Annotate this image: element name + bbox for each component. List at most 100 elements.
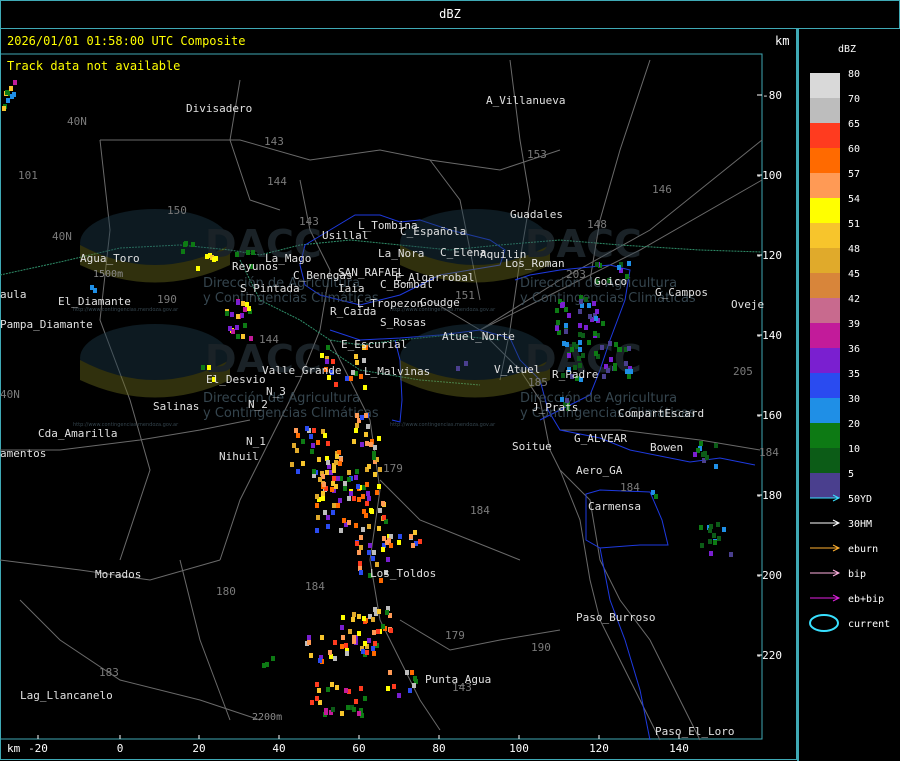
echo-pixel — [301, 461, 305, 466]
echo-pixel — [9, 86, 13, 91]
echo-pixel — [378, 508, 382, 513]
legend-value-label: 48 — [848, 244, 860, 255]
echo-pixel — [625, 369, 629, 374]
place-label: Nihuil — [219, 450, 259, 463]
legend-swatch — [810, 173, 840, 198]
radar-viewer: dBZ DACC DACC DACC DACC Dirección de Agr… — [0, 0, 900, 761]
legend-swatch — [810, 323, 840, 348]
place-label: L_Malvinas — [364, 365, 430, 378]
echo-pixel — [716, 522, 720, 527]
legend-value-label: 39 — [848, 319, 860, 330]
place-label: 179 — [445, 629, 465, 642]
echo-pixel — [318, 477, 322, 482]
place-label: 184 — [620, 481, 640, 494]
legend-swatch — [810, 423, 840, 448]
echo-pixel — [617, 265, 621, 270]
place-label: 2200m — [252, 712, 282, 723]
echo-pixel — [295, 448, 299, 453]
echo-pixel — [418, 539, 422, 544]
echo-pixel — [335, 454, 339, 459]
echo-pixel — [377, 609, 381, 614]
place-label: Los_Toldos — [370, 567, 436, 580]
echo-pixel — [572, 342, 576, 347]
echo-pixel — [241, 334, 245, 339]
echo-pixel — [595, 262, 599, 267]
x-tick-label: 40 — [272, 742, 285, 755]
echo-pixel — [354, 699, 358, 704]
echo-pixel — [364, 432, 368, 437]
echo-pixel — [368, 543, 372, 548]
place-label: G_ALVEAR — [574, 432, 627, 445]
echo-pixel — [367, 550, 371, 555]
place-label: J_Prats — [532, 401, 578, 414]
echo-pixel — [241, 301, 245, 306]
dacc-logo-4: DACC — [400, 324, 642, 398]
echo-pixel — [322, 482, 326, 487]
echo-pixel — [347, 477, 351, 482]
echo-pixel — [352, 439, 356, 444]
echo-pixel — [315, 696, 319, 701]
echo-pixel — [271, 656, 275, 661]
place-label: 40N — [67, 115, 87, 128]
echo-pixel — [387, 538, 391, 543]
echo-pixel — [340, 625, 344, 630]
echo-pixel — [373, 472, 377, 477]
echo-pixel — [328, 650, 332, 655]
echo-pixel — [703, 451, 707, 456]
echo-pixel — [584, 297, 588, 302]
echo-pixel — [355, 413, 359, 418]
legend-swatch — [810, 348, 840, 373]
echo-pixel — [352, 612, 356, 617]
place-label: Divisadero — [186, 102, 252, 115]
echo-pixel — [624, 361, 628, 366]
echo-pixel — [296, 469, 300, 474]
echo-pixel — [409, 534, 413, 539]
echo-pixel — [377, 526, 381, 531]
echo-pixel — [365, 501, 369, 506]
echo-pixel — [347, 496, 351, 501]
echo-pixel — [578, 347, 582, 352]
echo-pixel — [377, 436, 381, 441]
echo-pixel — [294, 428, 298, 433]
legend-swatch — [810, 223, 840, 248]
echo-pixel — [332, 468, 336, 473]
echo-pixel — [713, 540, 717, 545]
echo-pixel — [594, 351, 598, 356]
echo-pixel — [382, 515, 386, 520]
echo-pixel — [315, 503, 319, 508]
radar-map[interactable]: DACC DACC DACC DACC Dirección de Agricul… — [0, 0, 900, 761]
place-label: Oveje — [731, 298, 764, 311]
echo-pixel — [90, 285, 94, 290]
echo-pixel — [362, 616, 366, 621]
legend-value-label: 80 — [848, 69, 860, 80]
echo-pixel — [340, 644, 344, 649]
echo-pixel — [570, 347, 574, 352]
watermark-line2: y Contingencias Climáticas — [203, 406, 379, 421]
echo-pixel — [714, 464, 718, 469]
echo-pixel — [373, 445, 377, 450]
place-label: R_Padre — [552, 368, 598, 381]
echo-pixel — [555, 308, 559, 313]
echo-pixel — [654, 494, 658, 499]
echo-pixel — [13, 80, 17, 85]
echo-pixel — [340, 711, 344, 716]
place-label: 180 — [216, 585, 236, 598]
echo-pixel — [236, 334, 240, 339]
legend-title: dBZ — [838, 44, 857, 55]
place-label: 203 — [566, 268, 586, 281]
echo-pixel — [567, 313, 571, 318]
place-label: Bowen — [650, 441, 683, 454]
echo-pixel — [341, 615, 345, 620]
echo-pixel — [564, 323, 568, 328]
echo-pixel — [352, 496, 356, 501]
echo-pixel — [330, 487, 334, 492]
place-label: N_2 — [248, 398, 268, 411]
echo-pixel — [359, 545, 363, 550]
echo-pixel — [700, 543, 704, 548]
x-tick-label: 140 — [669, 742, 689, 755]
place-label: 185 — [528, 376, 548, 389]
echo-pixel — [352, 639, 356, 644]
place-labels: DivisaderoA_VillanuevaUsillalL_TombinaC_… — [0, 94, 779, 738]
echo-pixel — [712, 533, 716, 538]
place-label: 153 — [527, 148, 547, 161]
